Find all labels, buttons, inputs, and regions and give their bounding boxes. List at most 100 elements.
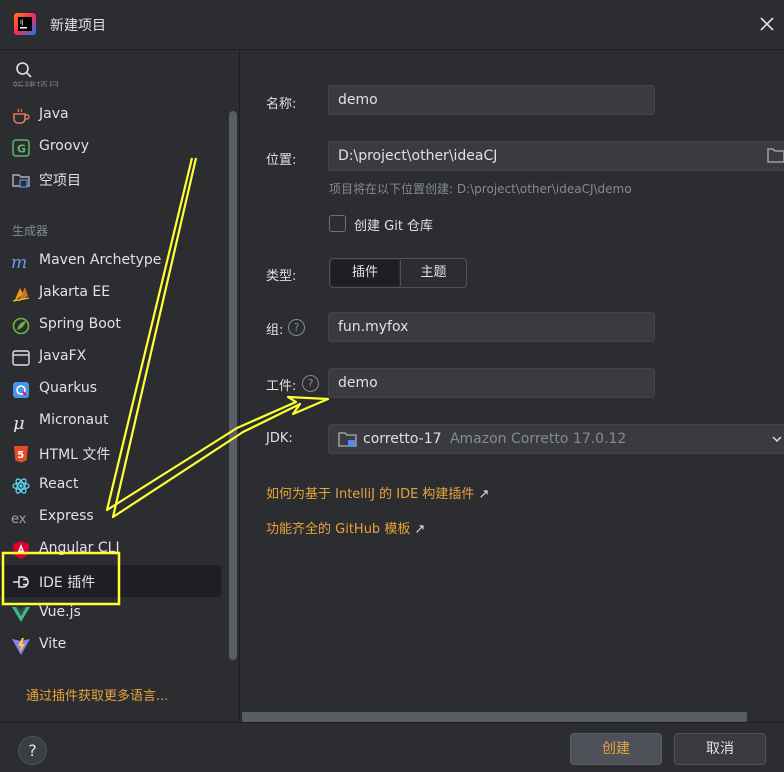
maven-icon: m [11, 253, 27, 272]
git-repo-checkbox[interactable] [329, 215, 346, 232]
sidebar-item-vuejs[interactable]: Vue.js [0, 597, 221, 629]
svg-text:ex: ex [11, 512, 27, 527]
plugin-icon [13, 576, 29, 588]
jakarta-icon [12, 287, 30, 302]
name-field[interactable]: demo [328, 85, 655, 115]
plugin-docs-link[interactable]: 如何为基于 IntelliJ 的 IDE 构建插件 ↗ [266, 483, 489, 502]
plugin-docs-link-text: 如何为基于 IntelliJ 的 IDE 构建插件 [266, 487, 475, 502]
project-type-sidebar: 新建项目 Java G Groovy 空项目 生成器 m Maven Arche… [0, 51, 240, 722]
sidebar-item-vite[interactable]: Vite [0, 629, 221, 661]
artifact-help-icon[interactable]: ? [302, 375, 319, 392]
micronaut-icon: μ [13, 413, 25, 432]
sidebar-item-javafx[interactable]: JavaFX [0, 341, 221, 373]
sidebar-item-micronaut[interactable]: μ Micronaut [0, 405, 221, 437]
spring-icon [12, 317, 30, 335]
jdk-label: JDK: [266, 431, 293, 446]
sidebar-item-label: Maven Archetype [39, 252, 162, 268]
type-option-theme[interactable]: 主题 [400, 260, 466, 286]
sidebar-item-label: IDE 插件 [39, 575, 96, 591]
sidebar-item-label: Angular CLI [39, 540, 120, 556]
sidebar-item-express[interactable]: ex Express [0, 501, 221, 533]
search-icon[interactable] [15, 61, 33, 79]
sidebar-item-label: Quarkus [39, 380, 98, 396]
artifact-label: 工件: [266, 379, 297, 394]
window-title: 新建项目 [50, 18, 106, 34]
sidebar-item-label: Jakarta EE [39, 284, 111, 300]
name-label: 名称: [266, 97, 297, 112]
sidebar-item-label: 空项目 [39, 173, 81, 189]
project-settings-form: 名称: demo 位置: D:\project\other\ideaCJ 项目将… [241, 51, 784, 722]
svg-text:IJ: IJ [20, 19, 24, 26]
help-button[interactable]: ? [18, 736, 47, 765]
sidebar-item-label: JavaFX [39, 348, 87, 364]
cancel-button[interactable]: 取消 [674, 733, 766, 765]
dialog-footer: ? 创建 取消 [0, 722, 784, 772]
empty-project-icon [12, 174, 30, 188]
intellij-logo-icon: IJ [14, 13, 36, 35]
sidebar-item-java[interactable]: Java [0, 99, 221, 131]
sidebar-item-quarkus[interactable]: Quarkus [0, 373, 221, 405]
type-segmented-control: 插件 主题 [329, 258, 467, 288]
sidebar-item-label: Vue.js [39, 604, 81, 620]
git-repo-label: 创建 Git 仓库 [354, 219, 434, 234]
github-template-link-text: 功能齐全的 GitHub 模板 [266, 522, 411, 537]
group-header-generators: 生成器 [12, 224, 49, 238]
type-label: 类型: [266, 269, 297, 284]
sidebar-item-groovy[interactable]: G Groovy [0, 131, 221, 163]
sidebar-item-label: Spring Boot [39, 316, 121, 332]
javafx-icon [12, 350, 30, 366]
angular-icon [13, 541, 29, 559]
java-icon [13, 108, 30, 124]
group-header-new-project: 新建项目 [12, 80, 61, 87]
sidebar-item-maven-archetype[interactable]: m Maven Archetype [0, 245, 221, 277]
group-label: 组: [266, 323, 284, 338]
svg-text:m: m [11, 253, 27, 272]
svg-text:G: G [17, 143, 26, 156]
sidebar-item-spring-boot[interactable]: Spring Boot [0, 309, 221, 341]
location-field[interactable]: D:\project\other\ideaCJ [328, 141, 784, 171]
sidebar-item-label: Micronaut [39, 412, 109, 428]
sidebar-item-label: Groovy [39, 138, 89, 154]
vite-icon [12, 638, 30, 655]
group-help-icon[interactable]: ? [288, 319, 305, 336]
sidebar-item-ide-plugin[interactable]: IDE 插件 [0, 565, 221, 597]
jdk-name: corretto-17 [363, 431, 442, 447]
express-icon: ex [11, 512, 27, 527]
location-label: 位置: [266, 153, 297, 168]
location-hint: 项目将在以下位置创建: D:\project\other\ideaCJ\demo [329, 182, 632, 196]
artifact-field[interactable]: demo [328, 368, 655, 398]
html5-icon: 5 [14, 446, 28, 463]
group-field[interactable]: fun.myfox [328, 312, 655, 342]
jdk-folder-icon [338, 432, 357, 447]
github-template-link[interactable]: 功能齐全的 GitHub 模板 ↗ [266, 518, 425, 537]
create-button[interactable]: 创建 [570, 733, 662, 765]
sidebar-item-react[interactable]: React [0, 469, 221, 501]
sidebar-scrollbar[interactable] [229, 111, 237, 660]
sidebar-item-label: Express [39, 508, 94, 524]
svg-text:μ: μ [13, 413, 25, 432]
type-option-plugin[interactable]: 插件 [331, 260, 399, 286]
jdk-version: Amazon Corretto 17.0.12 [449, 431, 627, 447]
sidebar-item-label: React [39, 476, 79, 492]
horizontal-scrollbar[interactable] [242, 712, 747, 722]
sidebar-item-label: Java [39, 106, 69, 122]
sidebar-item-angular-cli[interactable]: Angular CLI [0, 533, 221, 565]
external-link-icon: ↗ [478, 487, 490, 502]
external-link-icon: ↗ [414, 522, 426, 537]
sidebar-item-label: HTML 文件 [39, 447, 111, 463]
sidebar-item-html[interactable]: 5 HTML 文件 [0, 437, 221, 469]
more-languages-link[interactable]: 通过插件获取更多语言... [26, 685, 168, 704]
jdk-select[interactable]: corretto-17 Amazon Corretto 17.0.12 [328, 424, 784, 454]
vue-icon [12, 607, 30, 622]
svg-text:5: 5 [17, 450, 24, 461]
close-icon[interactable] [757, 14, 777, 34]
sidebar-item-empty-project[interactable]: 空项目 [0, 163, 221, 195]
sidebar-item-jakarta-ee[interactable]: Jakarta EE [0, 277, 221, 309]
chevron-down-icon[interactable] [771, 433, 783, 445]
folder-icon[interactable] [767, 147, 784, 163]
react-icon [12, 478, 30, 494]
sidebar-item-label: Vite [39, 636, 67, 652]
title-bar: IJ 新建项目 [0, 0, 784, 50]
quarkus-icon [13, 382, 29, 398]
location-value: D:\project\other\ideaCJ [338, 148, 498, 164]
